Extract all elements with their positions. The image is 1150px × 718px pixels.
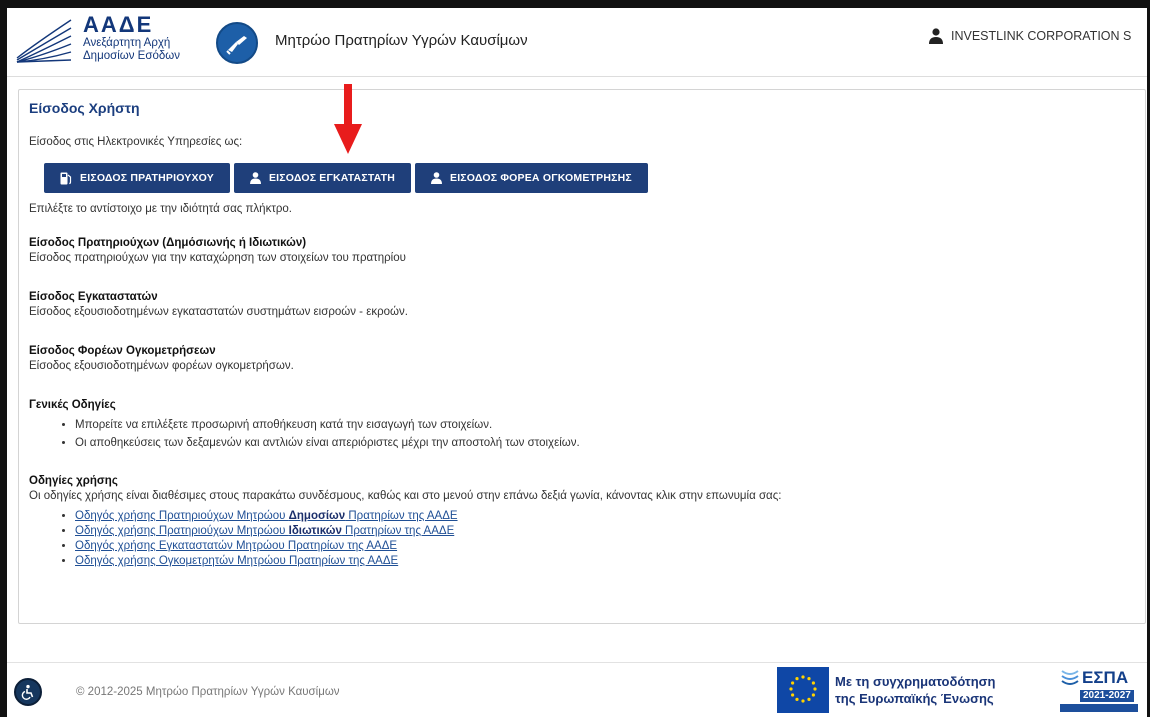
window-frame-left: [0, 0, 7, 717]
page-title: Είσοδος Χρήστη: [29, 100, 140, 116]
user-name[interactable]: INVESTLINK CORPORATION S: [951, 29, 1131, 43]
window-frame-top: [0, 0, 1150, 8]
guide-link-private-stations[interactable]: Οδηγός χρήσης Πρατηριούχων Μητρώου Ιδιωτ…: [75, 525, 454, 537]
app-title: Μητρώο Πρατηρίων Υγρών Καυσίμων: [275, 32, 528, 49]
section-text: Οι οδηγίες χρήσης είναι διαθέσιμες στους…: [29, 490, 782, 502]
section-title: Είσοδος Εγκαταστατών: [29, 291, 158, 303]
eu-cofunding-text: Με τη συγχρηματοδότηση της Ευρωπαϊκής Έν…: [835, 673, 996, 707]
login-volumetric-body-button[interactable]: ΕΙΣΟΔΟΣ ΦΟΡΕΑ ΟΓΚΟΜΕΤΡΗΣΗΣ: [414, 163, 648, 193]
guide-link-public-stations[interactable]: Οδηγός χρήσης Πρατηριούχων Μητρώου Δημοσ…: [75, 510, 458, 522]
fuel-pump-icon: [60, 172, 72, 185]
section-text: Είσοδος εξουσιοδοτημένων εγκαταστατών συ…: [29, 306, 408, 318]
app-header: ΑΑΔΕ Ανεξάρτητη Αρχή Δημοσίων Εσόδων Μητ…: [7, 8, 1147, 77]
login-station-owner-label: ΕΙΣΟΔΟΣ ΠΡΑΤΗΡΙΟΥΧΟΥ: [80, 172, 214, 184]
login-installer-button[interactable]: ΕΙΣΟΔΟΣ ΕΓΚΑΤΑΣΤΑΤΗ: [233, 163, 411, 193]
aade-subtitle-line1: Ανεξάρτητη Αρχή: [83, 37, 171, 49]
footer-divider: [7, 662, 1147, 663]
eu-text-line2: της Ευρωπαϊκής Ένωσης: [835, 691, 994, 706]
guide-link-volumetric[interactable]: Οδηγός χρήσης Ογκομετρητών Μητρώου Πρατη…: [75, 555, 398, 567]
aade-logo-icon[interactable]: [15, 14, 73, 64]
guide-link-installers[interactable]: Οδηγός χρήσης Εγκαταστατών Μητρώου Πρατη…: [75, 540, 397, 552]
user-icon: [249, 172, 261, 184]
general-instructions-list: Μπορείτε να επιλέξετε προσωρινή αποθήκευ…: [29, 419, 1129, 449]
guide-links-list: Οδηγός χρήσης Πρατηριούχων Μητρώου Δημοσ…: [29, 510, 1129, 567]
user-menu[interactable]: INVESTLINK CORPORATION S: [929, 28, 1131, 44]
list-item: Οι αποθηκεύσεις των δεξαμενών και αντλιώ…: [75, 437, 1129, 449]
login-panel: Είσοδος Χρήστη Είσοδος στις Ηλεκτρονικές…: [18, 89, 1146, 624]
section-title: Γενικές Οδηγίες: [29, 399, 116, 411]
accessibility-icon[interactable]: [14, 678, 42, 706]
espa-tagline-bar: [1060, 704, 1138, 712]
user-icon: [929, 28, 943, 44]
fuel-nozzle-logo-icon[interactable]: [216, 22, 258, 64]
list-item: Οδηγός χρήσης Ογκομετρητών Μητρώου Πρατη…: [75, 555, 1129, 567]
login-installer-label: ΕΙΣΟΔΟΣ ΕΓΚΑΤΑΣΤΑΤΗ: [268, 172, 395, 184]
section-text: Είσοδος εξουσιοδοτημένων φορέων ογκομετρ…: [29, 360, 294, 372]
annotation-arrow-icon: [334, 84, 362, 154]
list-item: Μπορείτε να επιλέξετε προσωρινή αποθήκευ…: [75, 419, 1129, 431]
section-installers: Είσοδος Εγκαταστατών Είσοδος εξουσιοδοτη…: [29, 291, 1129, 318]
login-button-row: ΕΙΣΟΔΟΣ ΠΡΑΤΗΡΙΟΥΧΟΥ ΕΙΣΟΔΟΣ ΕΓΚΑΤΑΣΤΑΤΗ…: [44, 163, 648, 193]
list-item: Οδηγός χρήσης Πρατηριούχων Μητρώου Ιδιωτ…: [75, 525, 1129, 537]
login-volumetric-body-label: ΕΙΣΟΔΟΣ ΦΟΡΕΑ ΟΓΚΟΜΕΤΡΗΣΗΣ: [449, 172, 632, 184]
section-title: Είσοδος Φορέων Ογκομετρήσεων: [29, 345, 216, 357]
section-text: Είσοδος πρατηριούχων για την καταχώρηση …: [29, 252, 406, 264]
user-icon: [430, 172, 442, 184]
button-hint: Επιλέξτε το αντίστοιχο με την ιδιότητά σ…: [29, 203, 292, 215]
aade-subtitle: Ανεξάρτητη Αρχή Δημοσίων Εσόδων: [83, 37, 180, 63]
eu-flag-icon: [777, 667, 829, 713]
aade-name: ΑΑΔΕ: [83, 12, 154, 37]
aade-subtitle-line2: Δημοσίων Εσόδων: [83, 50, 180, 62]
login-station-owner-button[interactable]: ΕΙΣΟΔΟΣ ΠΡΑΤΗΡΙΟΥΧΟΥ: [44, 163, 230, 193]
espa-title: ΕΣΠΑ: [1082, 668, 1129, 687]
section-station-owners: Είσοδος Πρατηριούχων (Δημόσιωνής ή Ιδιωτ…: [29, 237, 1129, 264]
section-volumetric-bodies: Είσοδος Φορέων Ογκομετρήσεων Είσοδος εξο…: [29, 345, 1129, 372]
section-usage-instructions: Οδηγίες χρήσης Οι οδηγίες χρήσης είναι δ…: [29, 475, 1129, 570]
list-item: Οδηγός χρήσης Εγκαταστατών Μητρώου Πρατη…: [75, 540, 1129, 552]
section-title: Οδηγίες χρήσης: [29, 475, 118, 487]
eu-text-line1: Με τη συγχρηματοδότηση: [835, 674, 996, 689]
intro-text: Είσοδος στις Ηλεκτρονικές Υπηρεσίες ως:: [29, 136, 243, 148]
espa-years: 2021-2027: [1080, 690, 1134, 702]
copyright-text: © 2012-2025 Μητρώο Πρατηρίων Υγρών Καυσί…: [76, 686, 340, 698]
section-title: Είσοδος Πρατηριούχων (Δημόσιωνής ή Ιδιωτ…: [29, 237, 307, 249]
list-item: Οδηγός χρήσης Πρατηριούχων Μητρώου Δημοσ…: [75, 510, 1129, 522]
section-general-instructions: Γενικές Οδηγίες Μπορείτε να επιλέξετε πρ…: [29, 399, 1129, 455]
